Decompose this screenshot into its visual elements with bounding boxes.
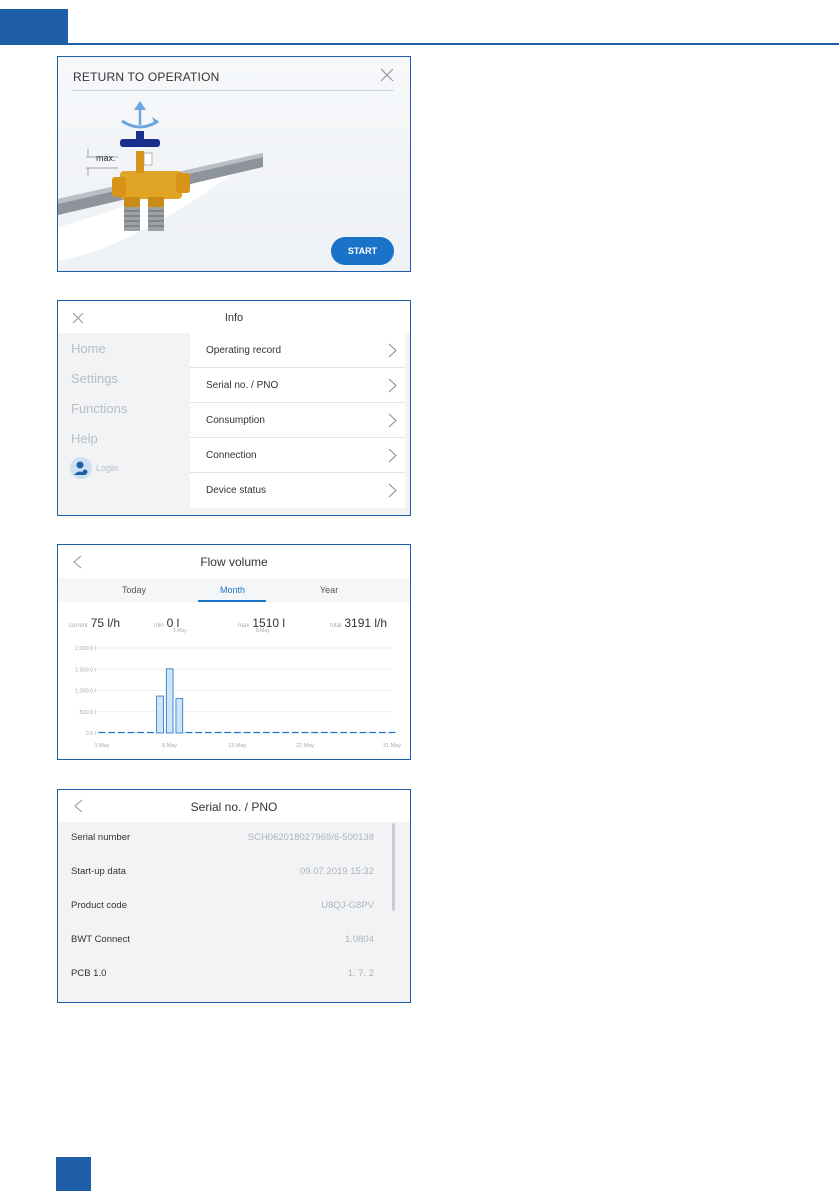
flow-volume-chart: 0.0 l 500.0 l 1,000.0 l 1,500.0 l 2,000.0 l 1… xyxy=(75,646,401,749)
stat-current: current 75 l/h xyxy=(69,616,121,630)
chevron-right-icon xyxy=(388,483,397,498)
return-to-operation-dialog: RETURN TO OPERATION max. START xyxy=(57,56,411,272)
serial-info-list: Serial number SCH062018027968/6-500138 S… xyxy=(58,822,410,1002)
info-body: Home Settings Functions Help Login Opera… xyxy=(58,333,410,515)
menu-item-consumption[interactable]: Consumption xyxy=(190,403,405,438)
stat-total: total 3191 l/h xyxy=(330,616,388,630)
side-nav: Home Settings Functions Help xyxy=(71,341,127,461)
menu-item-connection[interactable]: Connection xyxy=(190,438,405,473)
title-divider xyxy=(72,90,394,91)
info-row-bwt-connect: BWT Connect 1.0804 xyxy=(71,934,374,945)
info-row-pcb: PCB 1.0 1. 7. 2 xyxy=(71,968,374,979)
info-title: Info xyxy=(224,312,244,324)
max-label: max. xyxy=(96,153,116,163)
menu-item-operating-record[interactable]: Operating record xyxy=(190,333,405,368)
info-row-start-up-data: Start-up data 09.07.2019 15:32 xyxy=(71,866,374,877)
scrollbar[interactable] xyxy=(392,823,395,911)
info-header: Info xyxy=(58,301,410,333)
nav-item-home[interactable]: Home xyxy=(71,341,127,371)
bar xyxy=(165,668,174,734)
login-label: Login xyxy=(96,463,119,473)
tab-month[interactable]: Month xyxy=(220,585,245,595)
chevron-right-icon xyxy=(388,448,397,463)
chevron-right-icon xyxy=(388,378,397,393)
x-tick-label: 1.May xyxy=(95,743,110,749)
serial-title: Serial no. / PNO xyxy=(190,800,278,814)
x-tick-label: 31.May xyxy=(383,743,401,749)
menu-item-label: Device status xyxy=(206,485,267,496)
bar xyxy=(175,698,184,734)
dialog-title: RETURN TO OPERATION xyxy=(73,70,220,84)
chevron-right-icon xyxy=(388,343,397,358)
header-rule xyxy=(0,43,839,45)
y-tick-label: 0.0 l xyxy=(86,731,96,737)
x-tick-label: 15.May xyxy=(228,743,246,749)
nav-item-functions[interactable]: Functions xyxy=(71,401,127,431)
menu-item-serial-no[interactable]: Serial no. / PNO xyxy=(190,368,405,403)
info-row-product-code: Product code U8QJ-G8PV xyxy=(71,900,374,911)
x-tick-label: 8.May xyxy=(162,743,177,749)
info-screen: Info Home Settings Functions Help Login … xyxy=(57,300,411,516)
login-button[interactable]: Login xyxy=(70,457,118,479)
footer-tab xyxy=(56,1157,91,1191)
nav-item-settings[interactable]: Settings xyxy=(71,371,127,401)
menu-item-label: Serial no. / PNO xyxy=(206,380,279,391)
valve-illustration: max. xyxy=(58,101,263,261)
stat-max: max 1510 l 8.May xyxy=(238,616,286,634)
y-tick-label: 2,000.0 l xyxy=(75,646,96,652)
x-tick-label: 22.May xyxy=(296,743,314,749)
menu-item-label: Operating record xyxy=(206,345,282,356)
tab-today[interactable]: Today xyxy=(122,585,146,595)
flow-stats: current 75 l/h min 0 l 1.May max 1510 l 8.M… xyxy=(58,602,410,640)
flow-header: Flow volume xyxy=(58,545,410,577)
flow-title: Flow volume xyxy=(200,555,268,569)
period-tabs: Today Month Year xyxy=(58,578,410,602)
start-button[interactable]: START xyxy=(331,237,394,265)
info-row-serial-number: Serial number SCH062018027968/6-500138 xyxy=(71,832,374,843)
y-tick-label: 500.0 l xyxy=(79,710,96,716)
y-tick-label: 1,000.0 l xyxy=(75,689,96,695)
menu-item-label: Connection xyxy=(206,450,257,461)
menu-item-label: Consumption xyxy=(206,415,265,426)
close-icon[interactable] xyxy=(380,68,394,82)
info-menu: Operating record Serial no. / PNO Consum… xyxy=(190,333,405,508)
header-tab xyxy=(0,9,68,45)
user-icon xyxy=(70,457,92,479)
flow-volume-screen: Flow volume Today Month Year current 75 l… xyxy=(57,544,411,760)
tab-year[interactable]: Year xyxy=(320,585,338,595)
stat-min: min 0 l 1.May xyxy=(154,616,187,634)
menu-item-device-status[interactable]: Device status xyxy=(190,473,405,508)
chevron-right-icon xyxy=(388,413,397,428)
bar xyxy=(156,695,164,734)
serial-header: Serial no. / PNO xyxy=(58,790,410,822)
serial-pno-screen: Serial no. / PNO Serial number SCH062018… xyxy=(57,789,411,1003)
y-tick-label: 1,500.0 l xyxy=(75,667,96,673)
